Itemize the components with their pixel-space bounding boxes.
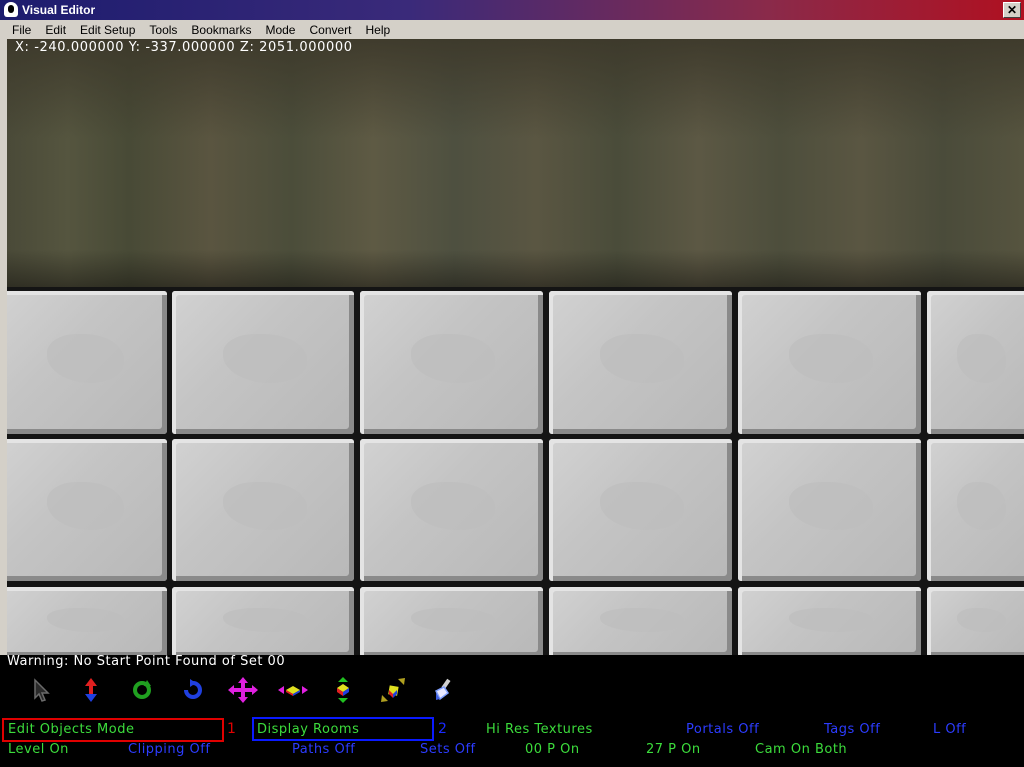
floor-tile	[7, 587, 167, 655]
p00-status: 00 P On	[525, 742, 580, 757]
floor-tile	[738, 439, 921, 581]
p27-status: 27 P On	[646, 742, 701, 757]
scale-cube-icon[interactable]	[278, 677, 308, 703]
paths-status: Paths Off	[292, 742, 356, 757]
window-title: Visual Editor	[22, 3, 96, 17]
clipping-status: Clipping Off	[128, 742, 211, 757]
select-arrow-icon[interactable]	[28, 677, 54, 703]
axis-cube-icon[interactable]	[330, 677, 356, 703]
menu-tools[interactable]: Tools	[142, 20, 184, 39]
menu-help[interactable]: Help	[359, 20, 398, 39]
floor-tile	[738, 587, 921, 655]
camera-coordinates: X: -240.000000 Y: -337.000000 Z: 2051.00…	[15, 40, 353, 55]
floor-tile	[549, 587, 732, 655]
paint-brush-icon[interactable]	[430, 677, 456, 703]
move-vertical-icon[interactable]	[78, 677, 104, 703]
sets-status: Sets Off	[420, 742, 476, 757]
floor-tile	[927, 291, 1024, 434]
portals-status: Portals Off	[686, 722, 760, 737]
rotate-blue-icon[interactable]	[180, 677, 206, 703]
menu-edit-setup[interactable]: Edit Setup	[73, 20, 142, 39]
floor-tile	[172, 291, 354, 434]
floor-tile	[172, 587, 354, 655]
menu-file[interactable]: File	[0, 20, 38, 39]
menu-bar: File Edit Edit Setup Tools Bookmarks Mod…	[0, 20, 1024, 39]
window-left-border	[0, 39, 7, 655]
l-status: L Off	[933, 722, 967, 737]
menu-edit[interactable]: Edit	[38, 20, 73, 39]
floor-tile	[360, 439, 543, 581]
menu-convert[interactable]: Convert	[302, 20, 358, 39]
stretch-cube-icon[interactable]	[380, 677, 406, 703]
annotation-label-2: 2	[438, 721, 447, 737]
menu-mode[interactable]: Mode	[258, 20, 302, 39]
title-bar: Visual Editor ✕	[0, 0, 1024, 20]
floor-tile	[7, 439, 167, 581]
floor-tiles	[7, 287, 1024, 655]
level-status: Level On	[8, 742, 69, 757]
floor-tile	[549, 291, 732, 434]
floor-tile	[549, 439, 732, 581]
floor-tile	[360, 291, 543, 434]
camera-status: Cam On Both	[755, 742, 848, 757]
floor-tile	[172, 439, 354, 581]
rotate-green-icon[interactable]	[129, 677, 155, 703]
wall-texture	[7, 39, 1024, 287]
tags-status: Tags Off	[824, 722, 881, 737]
annotation-label-1: 1	[227, 721, 236, 737]
warning-message: Warning: No Start Point Found of Set 00	[7, 654, 286, 669]
floor-tile	[738, 291, 921, 434]
menu-bookmarks[interactable]: Bookmarks	[184, 20, 258, 39]
floor-tile	[360, 587, 543, 655]
annotation-box-1	[2, 718, 224, 742]
annotation-box-2	[252, 717, 434, 741]
textures-status: Hi Res Textures	[486, 722, 593, 737]
floor-tile	[927, 439, 1024, 581]
3d-viewport[interactable]	[7, 39, 1024, 655]
app-icon	[4, 2, 18, 17]
close-button[interactable]: ✕	[1003, 2, 1021, 18]
floor-tile	[7, 291, 167, 434]
move-cross-icon[interactable]	[228, 677, 258, 703]
floor-tile	[927, 587, 1024, 655]
